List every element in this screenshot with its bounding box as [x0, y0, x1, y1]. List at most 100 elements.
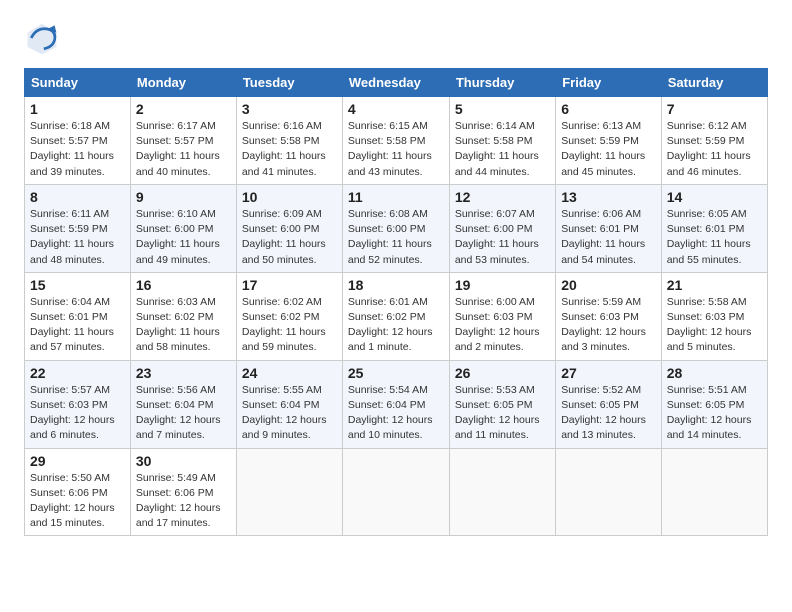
calendar-cell: 25 Sunrise: 5:54 AMSunset: 6:04 PMDaylig… — [342, 360, 449, 448]
calendar-cell: 1 Sunrise: 6:18 AMSunset: 5:57 PMDayligh… — [25, 97, 131, 185]
day-info: Sunrise: 6:09 AMSunset: 6:00 PMDaylight:… — [242, 208, 326, 266]
day-info: Sunrise: 5:54 AMSunset: 6:04 PMDaylight:… — [348, 384, 433, 442]
day-number: 12 — [455, 189, 550, 205]
calendar-cell — [661, 448, 767, 536]
calendar-cell: 14 Sunrise: 6:05 AMSunset: 6:01 PMDaylig… — [661, 184, 767, 272]
calendar-cell — [236, 448, 342, 536]
calendar-table: Sunday Monday Tuesday Wednesday Thursday… — [24, 68, 768, 536]
calendar-cell: 2 Sunrise: 6:17 AMSunset: 5:57 PMDayligh… — [130, 97, 236, 185]
day-number: 13 — [561, 189, 656, 205]
day-number: 10 — [242, 189, 337, 205]
calendar-cell — [449, 448, 555, 536]
day-number: 21 — [667, 277, 762, 293]
calendar-cell: 5 Sunrise: 6:14 AMSunset: 5:58 PMDayligh… — [449, 97, 555, 185]
day-number: 9 — [136, 189, 231, 205]
day-info: Sunrise: 6:05 AMSunset: 6:01 PMDaylight:… — [667, 208, 751, 266]
calendar-cell: 21 Sunrise: 5:58 AMSunset: 6:03 PMDaylig… — [661, 272, 767, 360]
week-row-3: 15 Sunrise: 6:04 AMSunset: 6:01 PMDaylig… — [25, 272, 768, 360]
day-number: 15 — [30, 277, 125, 293]
calendar-cell: 29 Sunrise: 5:50 AMSunset: 6:06 PMDaylig… — [25, 448, 131, 536]
day-info: Sunrise: 5:51 AMSunset: 6:05 PMDaylight:… — [667, 384, 752, 442]
col-tuesday: Tuesday — [236, 69, 342, 97]
logo-icon — [24, 20, 60, 56]
day-number: 20 — [561, 277, 656, 293]
week-row-4: 22 Sunrise: 5:57 AMSunset: 6:03 PMDaylig… — [25, 360, 768, 448]
day-number: 25 — [348, 365, 444, 381]
day-number: 7 — [667, 101, 762, 117]
day-number: 11 — [348, 189, 444, 205]
calendar-cell: 6 Sunrise: 6:13 AMSunset: 5:59 PMDayligh… — [556, 97, 662, 185]
day-info: Sunrise: 6:11 AMSunset: 5:59 PMDaylight:… — [30, 208, 114, 266]
day-number: 29 — [30, 453, 125, 469]
day-number: 16 — [136, 277, 231, 293]
day-number: 14 — [667, 189, 762, 205]
col-monday: Monday — [130, 69, 236, 97]
calendar-header-row: Sunday Monday Tuesday Wednesday Thursday… — [25, 69, 768, 97]
calendar-cell: 16 Sunrise: 6:03 AMSunset: 6:02 PMDaylig… — [130, 272, 236, 360]
day-number: 2 — [136, 101, 231, 117]
calendar-cell: 10 Sunrise: 6:09 AMSunset: 6:00 PMDaylig… — [236, 184, 342, 272]
calendar-cell: 17 Sunrise: 6:02 AMSunset: 6:02 PMDaylig… — [236, 272, 342, 360]
day-info: Sunrise: 6:14 AMSunset: 5:58 PMDaylight:… — [455, 120, 539, 178]
calendar-cell: 4 Sunrise: 6:15 AMSunset: 5:58 PMDayligh… — [342, 97, 449, 185]
calendar-cell — [342, 448, 449, 536]
day-number: 23 — [136, 365, 231, 381]
day-info: Sunrise: 5:58 AMSunset: 6:03 PMDaylight:… — [667, 296, 752, 354]
day-number: 22 — [30, 365, 125, 381]
day-number: 24 — [242, 365, 337, 381]
calendar-cell: 23 Sunrise: 5:56 AMSunset: 6:04 PMDaylig… — [130, 360, 236, 448]
day-info: Sunrise: 6:03 AMSunset: 6:02 PMDaylight:… — [136, 296, 220, 354]
calendar-cell: 28 Sunrise: 5:51 AMSunset: 6:05 PMDaylig… — [661, 360, 767, 448]
col-thursday: Thursday — [449, 69, 555, 97]
day-number: 19 — [455, 277, 550, 293]
day-info: Sunrise: 5:53 AMSunset: 6:05 PMDaylight:… — [455, 384, 540, 442]
day-info: Sunrise: 6:13 AMSunset: 5:59 PMDaylight:… — [561, 120, 645, 178]
week-row-1: 1 Sunrise: 6:18 AMSunset: 5:57 PMDayligh… — [25, 97, 768, 185]
day-number: 3 — [242, 101, 337, 117]
calendar-cell: 30 Sunrise: 5:49 AMSunset: 6:06 PMDaylig… — [130, 448, 236, 536]
page: Sunday Monday Tuesday Wednesday Thursday… — [0, 0, 792, 552]
calendar-cell: 27 Sunrise: 5:52 AMSunset: 6:05 PMDaylig… — [556, 360, 662, 448]
day-info: Sunrise: 5:57 AMSunset: 6:03 PMDaylight:… — [30, 384, 115, 442]
week-row-2: 8 Sunrise: 6:11 AMSunset: 5:59 PMDayligh… — [25, 184, 768, 272]
day-number: 8 — [30, 189, 125, 205]
calendar-cell: 9 Sunrise: 6:10 AMSunset: 6:00 PMDayligh… — [130, 184, 236, 272]
day-number: 27 — [561, 365, 656, 381]
col-saturday: Saturday — [661, 69, 767, 97]
day-number: 26 — [455, 365, 550, 381]
calendar-cell: 18 Sunrise: 6:01 AMSunset: 6:02 PMDaylig… — [342, 272, 449, 360]
calendar-cell: 26 Sunrise: 5:53 AMSunset: 6:05 PMDaylig… — [449, 360, 555, 448]
day-number: 4 — [348, 101, 444, 117]
day-info: Sunrise: 6:06 AMSunset: 6:01 PMDaylight:… — [561, 208, 645, 266]
calendar-cell: 15 Sunrise: 6:04 AMSunset: 6:01 PMDaylig… — [25, 272, 131, 360]
day-info: Sunrise: 6:00 AMSunset: 6:03 PMDaylight:… — [455, 296, 540, 354]
calendar-cell: 24 Sunrise: 5:55 AMSunset: 6:04 PMDaylig… — [236, 360, 342, 448]
day-info: Sunrise: 6:10 AMSunset: 6:00 PMDaylight:… — [136, 208, 220, 266]
day-info: Sunrise: 6:07 AMSunset: 6:00 PMDaylight:… — [455, 208, 539, 266]
day-number: 18 — [348, 277, 444, 293]
day-info: Sunrise: 5:50 AMSunset: 6:06 PMDaylight:… — [30, 472, 115, 530]
day-info: Sunrise: 6:01 AMSunset: 6:02 PMDaylight:… — [348, 296, 433, 354]
calendar-cell: 20 Sunrise: 5:59 AMSunset: 6:03 PMDaylig… — [556, 272, 662, 360]
day-number: 30 — [136, 453, 231, 469]
day-info: Sunrise: 5:49 AMSunset: 6:06 PMDaylight:… — [136, 472, 221, 530]
day-info: Sunrise: 5:52 AMSunset: 6:05 PMDaylight:… — [561, 384, 646, 442]
calendar-cell: 19 Sunrise: 6:00 AMSunset: 6:03 PMDaylig… — [449, 272, 555, 360]
day-info: Sunrise: 6:15 AMSunset: 5:58 PMDaylight:… — [348, 120, 432, 178]
day-number: 17 — [242, 277, 337, 293]
day-info: Sunrise: 6:18 AMSunset: 5:57 PMDaylight:… — [30, 120, 114, 178]
calendar-cell: 12 Sunrise: 6:07 AMSunset: 6:00 PMDaylig… — [449, 184, 555, 272]
day-info: Sunrise: 5:59 AMSunset: 6:03 PMDaylight:… — [561, 296, 646, 354]
day-number: 28 — [667, 365, 762, 381]
calendar-cell: 7 Sunrise: 6:12 AMSunset: 5:59 PMDayligh… — [661, 97, 767, 185]
day-info: Sunrise: 6:12 AMSunset: 5:59 PMDaylight:… — [667, 120, 751, 178]
day-info: Sunrise: 5:56 AMSunset: 6:04 PMDaylight:… — [136, 384, 221, 442]
calendar-cell: 8 Sunrise: 6:11 AMSunset: 5:59 PMDayligh… — [25, 184, 131, 272]
day-info: Sunrise: 6:16 AMSunset: 5:58 PMDaylight:… — [242, 120, 326, 178]
calendar-cell — [556, 448, 662, 536]
day-info: Sunrise: 6:08 AMSunset: 6:00 PMDaylight:… — [348, 208, 432, 266]
calendar-cell: 22 Sunrise: 5:57 AMSunset: 6:03 PMDaylig… — [25, 360, 131, 448]
calendar-cell: 13 Sunrise: 6:06 AMSunset: 6:01 PMDaylig… — [556, 184, 662, 272]
calendar-cell: 11 Sunrise: 6:08 AMSunset: 6:00 PMDaylig… — [342, 184, 449, 272]
day-number: 1 — [30, 101, 125, 117]
